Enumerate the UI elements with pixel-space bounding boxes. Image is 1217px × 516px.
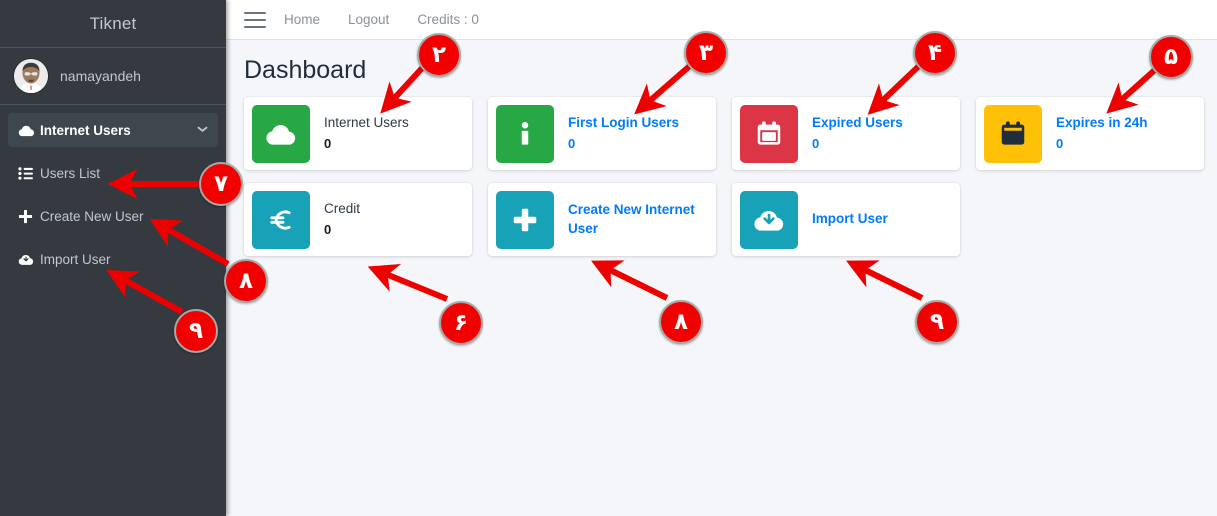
topnav-logout-link[interactable]: Logout: [348, 12, 389, 27]
sidebar: Tiknet namayandeh Internet Users Users L…: [0, 0, 226, 516]
card-import-user[interactable]: Import User: [732, 183, 960, 256]
brand-title: Tiknet: [0, 0, 226, 48]
dashboard-cards: Internet Users 0 First Login Users 0 Exp…: [226, 97, 1217, 269]
sidebar-item-label: Create New User: [40, 208, 144, 224]
sidebar-item-label: Import User: [40, 251, 111, 267]
plus-icon: [496, 190, 554, 249]
topnav-home-link[interactable]: Home: [284, 12, 320, 27]
list-icon: [18, 166, 40, 180]
annotation-badge-5: ۵: [1149, 35, 1193, 79]
card-body: Internet Users 0: [310, 114, 409, 153]
card-label[interactable]: Expires in 24h: [1056, 114, 1148, 132]
annotation-badge-2: ۲: [417, 33, 461, 77]
card-body: Expired Users 0: [798, 114, 903, 153]
card-body: First Login Users 0: [554, 114, 679, 153]
calendar-icon: [984, 104, 1042, 163]
card-label: Internet Users: [324, 115, 409, 131]
card-row-1: Internet Users 0 First Login Users 0 Exp…: [236, 97, 1207, 183]
card-value: 0: [324, 136, 332, 152]
topbar: Home Logout Credits : 0: [226, 0, 1217, 40]
card-value: 0: [1056, 136, 1064, 152]
user-panel[interactable]: namayandeh: [0, 48, 226, 105]
sidebar-item-users-list[interactable]: Users List: [8, 156, 218, 190]
card-credit[interactable]: Credit 0: [244, 183, 472, 256]
annotation-badge-7: ۷: [199, 162, 243, 206]
user-avatar-icon: [14, 59, 48, 93]
annotation-badge-8-card: ۸: [659, 300, 703, 344]
card-value: 0: [568, 136, 576, 152]
sidebar-item-create-new-user[interactable]: Create New User: [8, 199, 218, 233]
sidebar-item-internet-users[interactable]: Internet Users: [8, 113, 218, 147]
cloud-icon: [18, 124, 40, 137]
annotation-badge-9-card: ۹: [915, 300, 959, 344]
euro-icon: [252, 190, 310, 249]
card-label[interactable]: First Login Users: [568, 114, 679, 132]
user-name: namayandeh: [60, 68, 141, 84]
chevron-down-icon[interactable]: [197, 124, 208, 136]
card-body: Import User: [798, 210, 888, 228]
card-label: Credit: [324, 201, 361, 217]
card-body: Credit 0: [310, 200, 360, 239]
annotation-badge-8-sidebar: ۸: [224, 259, 268, 303]
card-expires-in-24h[interactable]: Expires in 24h 0: [976, 97, 1204, 170]
sidebar-item-label: Internet Users: [40, 122, 131, 138]
card-create-new-internet-user[interactable]: Create New Internet User: [488, 183, 716, 256]
cloud-download-icon: [740, 190, 798, 249]
card-internet-users[interactable]: Internet Users 0: [244, 97, 472, 170]
sidebar-nav: Internet Users Users List Create New Use…: [0, 105, 226, 276]
card-body: Expires in 24h 0: [1042, 114, 1148, 153]
main-content: Home Logout Credits : 0 Dashboard Intern…: [226, 0, 1217, 516]
annotation-badge-9-sidebar: ۹: [174, 309, 218, 353]
hamburger-icon[interactable]: [244, 11, 266, 28]
info-icon: [496, 104, 554, 163]
card-label[interactable]: Create New Internet User: [568, 201, 708, 237]
annotation-badge-4: ۴: [913, 31, 957, 75]
calendar-icon: [740, 104, 798, 163]
sidebar-item-label: Users List: [40, 165, 101, 181]
card-label[interactable]: Expired Users: [812, 114, 903, 132]
topnav-credits-label[interactable]: Credits : 0: [417, 12, 479, 27]
card-first-login-users[interactable]: First Login Users 0: [488, 97, 716, 170]
cloud-download-icon: [18, 253, 40, 266]
annotation-badge-6: ۶: [439, 301, 483, 345]
card-body: Create New Internet User: [554, 201, 708, 237]
annotation-badge-3: ۳: [684, 31, 728, 75]
card-row-2: Credit 0 Create New Internet User Import…: [236, 183, 1207, 269]
sidebar-item-import-user[interactable]: Import User: [8, 242, 218, 276]
card-label[interactable]: Import User: [812, 210, 888, 228]
card-expired-users[interactable]: Expired Users 0: [732, 97, 960, 170]
cloud-icon: [252, 104, 310, 163]
card-value: 0: [324, 222, 332, 238]
dashboard-page: Tiknet namayandeh Internet Users Users L…: [0, 0, 1217, 516]
plus-icon: [18, 209, 40, 224]
card-value: 0: [812, 136, 820, 152]
